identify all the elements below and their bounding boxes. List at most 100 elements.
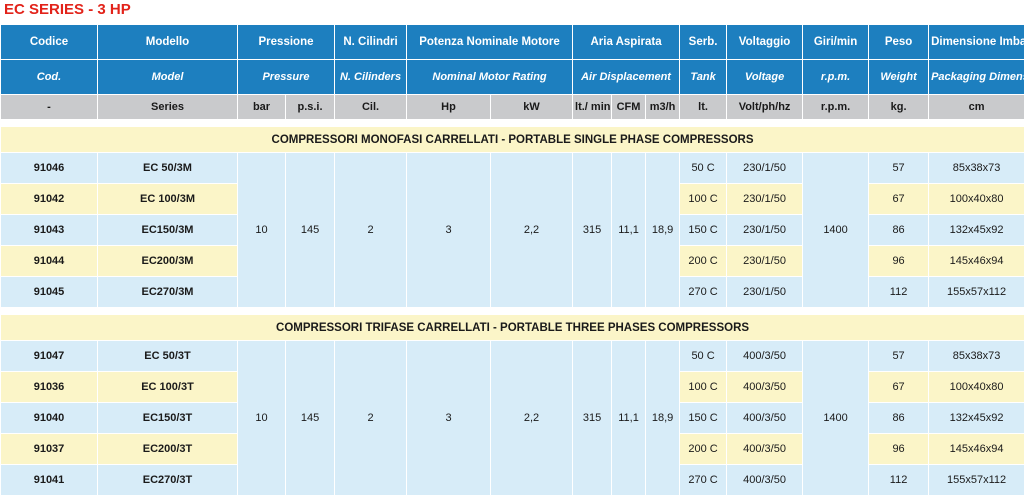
cell-weight: 67: [868, 183, 930, 215]
cell-code: 91041: [0, 464, 98, 496]
cell-code: 91040: [0, 402, 98, 434]
cell-model: EC 50/3M: [97, 152, 238, 184]
cell-hp: 3: [406, 340, 492, 496]
cell-cfm: 11,1: [611, 152, 647, 308]
cell-cylinders: 2: [334, 340, 408, 496]
cell-tank: 50 C: [679, 340, 728, 372]
cell-model: EC 100/3M: [97, 183, 238, 215]
spacer-cell: [0, 307, 1024, 315]
unit-bar: bar: [237, 94, 286, 120]
cell-weight: 86: [868, 214, 930, 246]
header-rpm-en: r.p.m.: [802, 59, 870, 95]
cell-weight: 57: [868, 340, 930, 372]
cell-psi: 145: [284, 340, 336, 496]
unit-weight: kg.: [868, 94, 930, 120]
header-motor: Potenza Nominale Motore: [406, 24, 574, 60]
header-row-english: Cod. Model Pressure N. Cilinders Nominal…: [0, 59, 1024, 95]
cell-kw: 2,2: [490, 152, 574, 308]
unit-model: Series: [97, 94, 238, 120]
cell-m3h: 18,9: [645, 152, 681, 308]
cell-code: 91045: [0, 276, 98, 308]
cell-weight: 57: [868, 152, 930, 184]
unit-kw: kW: [490, 94, 574, 120]
spec-table: Codice Modello Pressione N. Cilindri Pot…: [0, 24, 1024, 496]
cell-ltmin: 315: [572, 152, 613, 308]
cell-weight: 112: [868, 276, 930, 308]
unit-ltmin: lt./ min.: [572, 94, 613, 120]
header-air: Aria Aspirata: [572, 24, 681, 60]
cell-voltage: 230/1/50: [726, 152, 804, 184]
cell-dimension: 145x46x94: [928, 245, 1024, 277]
cell-model: EC 50/3T: [97, 340, 238, 372]
cell-weight: 96: [868, 433, 930, 465]
cell-tank: 50 C: [679, 152, 728, 184]
header-model-en: Model: [97, 59, 238, 95]
cell-hp: 3: [406, 152, 492, 308]
unit-dimension: cm: [928, 94, 1024, 120]
cell-voltage: 400/3/50: [726, 340, 804, 372]
cell-weight: 86: [868, 402, 930, 434]
cell-model: EC200/3T: [97, 433, 238, 465]
cell-dimension: 155x57x112: [928, 276, 1024, 308]
cell-weight: 112: [868, 464, 930, 496]
cell-voltage: 400/3/50: [726, 464, 804, 496]
page-title: EC SERIES - 3 HP: [4, 1, 131, 18]
section-title-row: COMPRESSORI MONOFASI CARRELLATI - PORTAB…: [0, 126, 1024, 153]
header-weight: Peso: [868, 24, 930, 60]
header-air-en: Air Displacement: [572, 59, 681, 95]
header-code: Codice: [0, 24, 98, 60]
table-row: 91046 EC 50/3M 10 145 2 3 2,2 315 11,1 18,9 50 C 23…: [0, 152, 1024, 308]
table-row: 91047 EC 50/3T 10 145 2 3 2,2 315 11,1 18,9 50 C 40…: [0, 340, 1024, 496]
header-code-en: Cod.: [0, 59, 98, 95]
cell-code: 91042: [0, 183, 98, 215]
header-model: Modello: [97, 24, 238, 60]
unit-rpm: r.p.m.: [802, 94, 870, 120]
cell-dimension: 155x57x112: [928, 464, 1024, 496]
cell-tank: 150 C: [679, 402, 728, 434]
header-voltage-en: Voltage: [726, 59, 804, 95]
cell-tank: 270 C: [679, 464, 728, 496]
section-title-row: COMPRESSORI TRIFASE CARRELLATI - PORTABL…: [0, 314, 1024, 341]
header-tank-en: Tank: [679, 59, 728, 95]
cell-weight: 67: [868, 371, 930, 403]
cell-tank: 200 C: [679, 433, 728, 465]
cell-dimension: 132x45x92: [928, 214, 1024, 246]
cell-model: EC 100/3T: [97, 371, 238, 403]
cell-dimension: 100x40x80: [928, 371, 1024, 403]
cell-tank: 100 C: [679, 371, 728, 403]
cell-voltage: 230/1/50: [726, 183, 804, 215]
cell-cylinders: 2: [334, 152, 408, 308]
unit-voltage: Volt/ph/hz: [726, 94, 804, 120]
cell-code: 91037: [0, 433, 98, 465]
section-spacer: [0, 307, 1024, 315]
unit-cfm: CFM: [611, 94, 647, 120]
unit-m3h: m3/h: [645, 94, 681, 120]
cell-tank: 200 C: [679, 245, 728, 277]
cell-dimension: 85x38x73: [928, 152, 1024, 184]
cell-m3h: 18,9: [645, 340, 681, 496]
cell-model: EC270/3M: [97, 276, 238, 308]
header-dimension: Dimensione Imballo: [928, 24, 1024, 60]
header-row-units: - Series bar p.s.i. Cil. Hp kW lt./ min.…: [0, 94, 1024, 120]
cell-dimension: 145x46x94: [928, 433, 1024, 465]
cell-tank: 100 C: [679, 183, 728, 215]
cell-tank: 270 C: [679, 276, 728, 308]
unit-hp: Hp: [406, 94, 492, 120]
unit-tank: lt.: [679, 94, 728, 120]
unit-code: -: [0, 94, 98, 120]
header-pressure-en: Pressure: [236, 59, 336, 95]
cell-model: EC270/3T: [97, 464, 238, 496]
cell-bar: 10: [237, 340, 286, 496]
header-motor-en: Nominal Motor Rating: [406, 59, 574, 95]
cell-weight: 96: [868, 245, 930, 277]
unit-psi: p.s.i.: [284, 94, 336, 120]
header-row-italian: Codice Modello Pressione N. Cilindri Pot…: [0, 24, 1024, 60]
cell-voltage: 400/3/50: [726, 371, 804, 403]
cell-voltage: 230/1/50: [726, 245, 804, 277]
spacer-cell: [0, 119, 1024, 127]
cell-rpm: 1400: [802, 340, 870, 496]
section-spacer: [0, 119, 1024, 127]
cell-code: 91047: [0, 340, 98, 372]
header-cylinders-en: N. Cilinders: [334, 59, 408, 95]
section-title: COMPRESSORI TRIFASE CARRELLATI - PORTABL…: [0, 314, 1024, 341]
